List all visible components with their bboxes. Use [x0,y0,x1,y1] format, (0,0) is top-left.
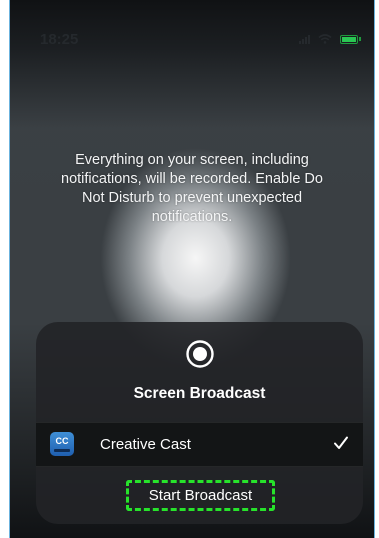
status-icons [299,34,362,44]
cellular-signal-icon [299,34,310,44]
sheet-title: Screen Broadcast [133,385,266,402]
app-icon-text: CC [55,435,69,446]
warning-line: Everything on your screen, including [75,152,309,168]
warning-line: notifications. [151,209,233,225]
battery-icon [340,34,362,44]
start-broadcast-button[interactable]: Start Broadcast [126,480,275,511]
screen-broadcast-sheet: Screen Broadcast CC Creative Cast Start … [36,322,363,524]
broadcast-provider-row[interactable]: CC Creative Cast [36,422,363,467]
recording-warning-text: Everything on your screen, including not… [40,151,344,227]
phone-screen: 18:25 Everything on your screen, includi… [10,0,374,538]
record-icon [185,340,214,368]
checkmark-icon [334,436,348,449]
wifi-icon [318,34,332,44]
status-bar: 18:25 [10,0,374,78]
provider-name: Creative Cast [100,436,191,453]
status-time: 18:25 [40,31,79,48]
warning-line: notifications, will be recorded. Enable … [61,171,323,187]
warning-line: Not Disturb to prevent unexpected [81,190,303,206]
creative-cast-app-icon: CC [50,432,74,456]
